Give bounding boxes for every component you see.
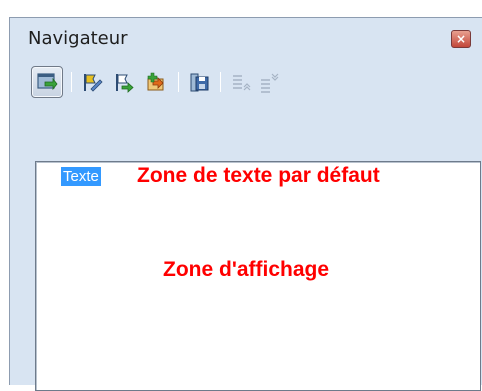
navigator-toolbar	[31, 66, 482, 98]
close-button[interactable]: ×	[451, 30, 471, 48]
navigator-tree-view[interactable]: Texte Zone de texte par défaut Zone d'af…	[35, 161, 481, 391]
save-document-icon	[190, 73, 209, 92]
close-icon: ×	[455, 32, 467, 46]
navigator-panel: Navigateur × Texte Zone de texte par déf…	[9, 17, 482, 391]
navigator-toggle-button[interactable]	[31, 66, 63, 98]
toolbar-separator	[71, 72, 72, 92]
panel-title: Navigateur	[28, 28, 128, 49]
tree-item-texte[interactable]: Texte	[61, 167, 101, 186]
edit-flag-button[interactable]	[76, 66, 108, 98]
save-document-button[interactable]	[183, 66, 215, 98]
edit-flag-icon	[84, 74, 103, 92]
move-down-button[interactable]	[253, 66, 285, 98]
toolbar-separator	[178, 72, 179, 92]
insert-item-icon	[147, 72, 164, 91]
annotation-display-zone: Zone d'affichage	[163, 258, 330, 281]
insert-item-button[interactable]	[140, 66, 172, 98]
forward-flag-button[interactable]	[108, 66, 140, 98]
navigator-toggle-icon	[37, 73, 58, 91]
toolbar-separator	[220, 72, 221, 92]
move-up-icon	[233, 75, 251, 91]
forward-flag-icon	[116, 74, 134, 93]
annotation-default-text-zone: Zone de texte par défaut	[137, 164, 380, 187]
move-down-icon	[261, 73, 279, 93]
